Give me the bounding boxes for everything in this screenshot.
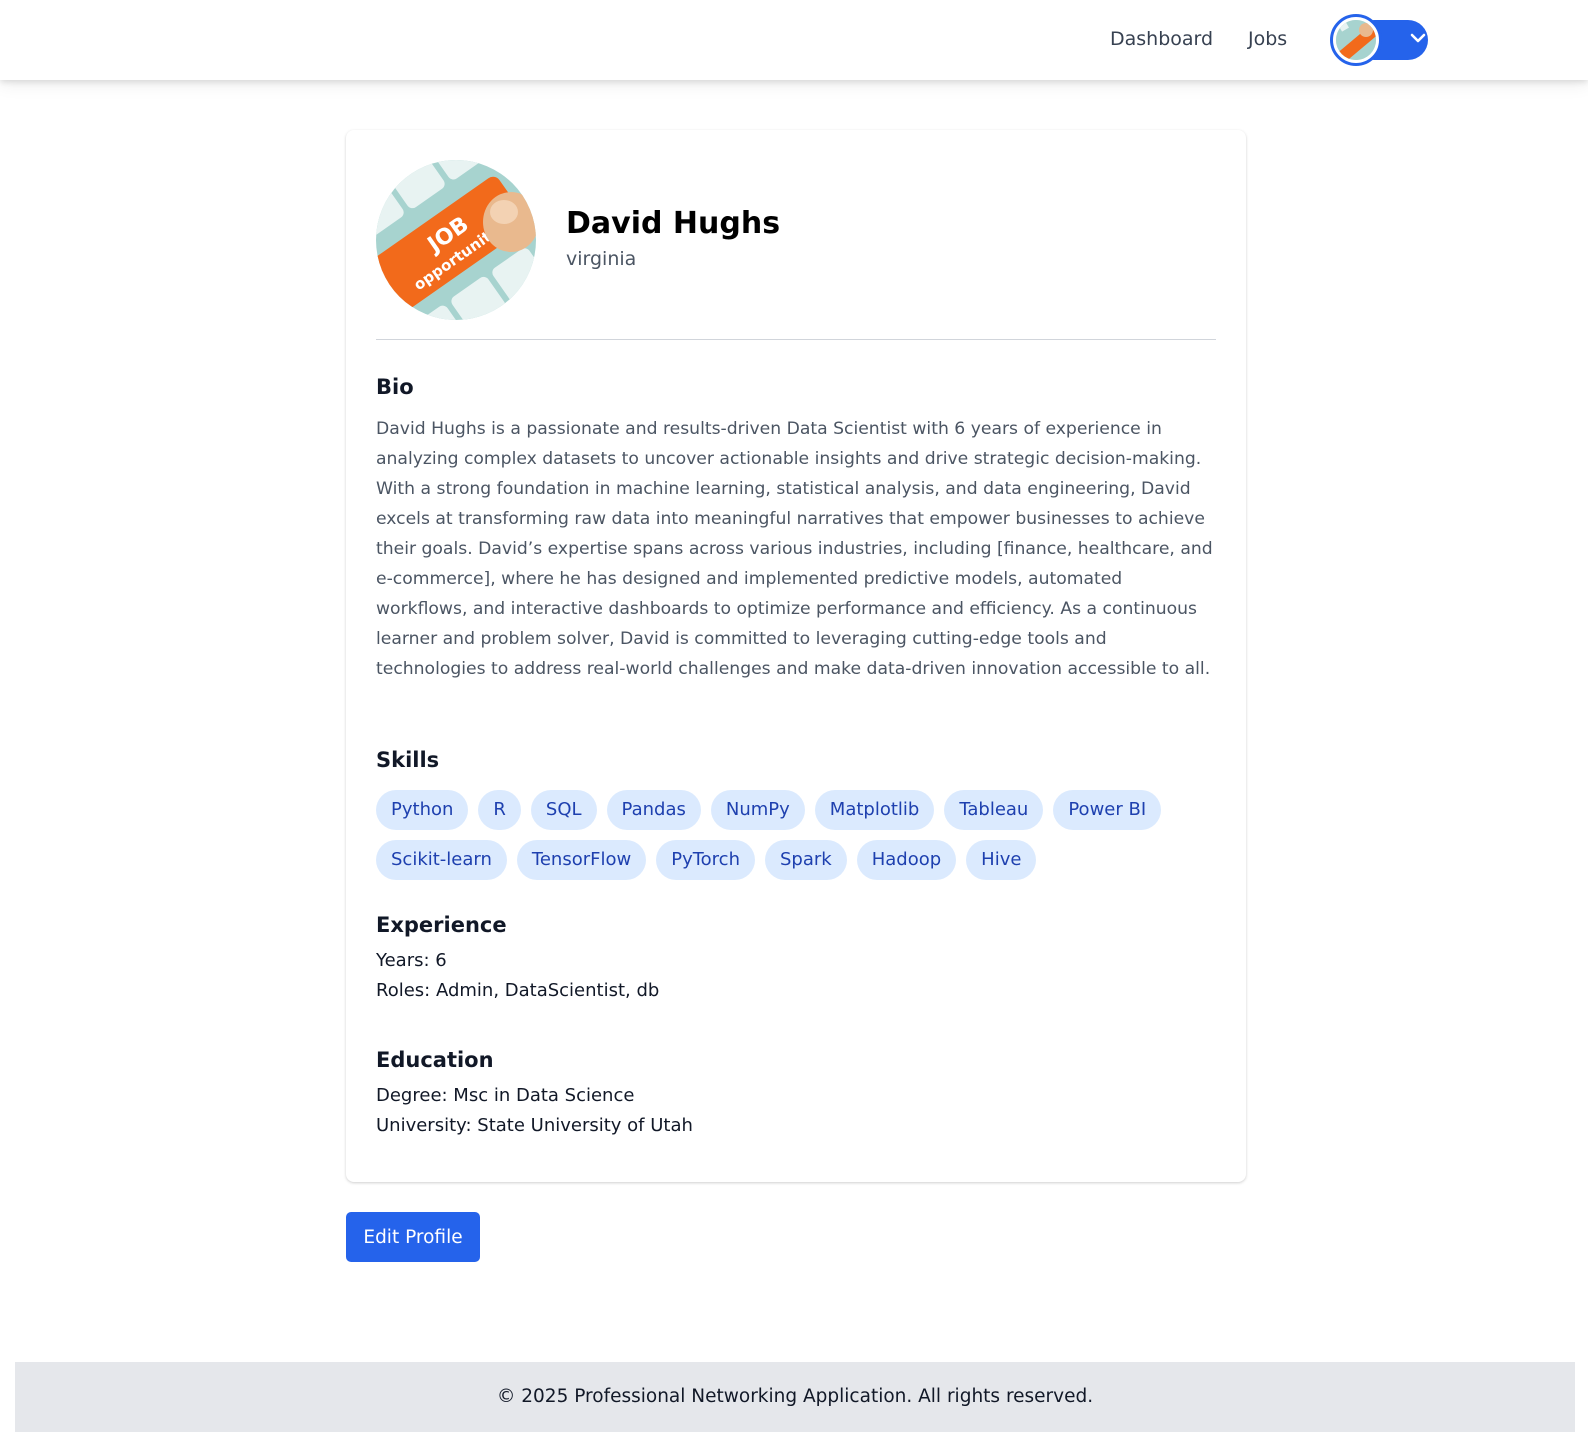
skills-list: Python R SQL Pandas NumPy Matplotlib Tab… bbox=[376, 790, 1216, 880]
header-divider bbox=[376, 339, 1216, 340]
chevron-down-icon bbox=[1410, 33, 1426, 43]
education-heading: Education bbox=[376, 1048, 494, 1072]
profile-name: David Hughs bbox=[566, 206, 781, 241]
nav-jobs-link[interactable]: Jobs bbox=[1248, 28, 1287, 50]
education-degree: Degree: Msc in Data Science bbox=[376, 1085, 635, 1106]
footer: © 2025 Professional Networking Applicati… bbox=[15, 1362, 1575, 1432]
top-navbar: Dashboard Jobs bbox=[0, 0, 1588, 80]
footer-copyright: © 2025 Professional Networking Applicati… bbox=[496, 1386, 1094, 1407]
skill-chip: Hadoop bbox=[856, 840, 957, 880]
experience-roles: Roles: Admin, DataScientist, db bbox=[376, 980, 660, 1001]
job-opportunities-image: JOB opportunities bbox=[376, 160, 536, 320]
user-avatar-icon[interactable] bbox=[1330, 14, 1382, 66]
bio-text: David Hughs is a passionate and results-… bbox=[376, 419, 1213, 679]
skill-chip: R bbox=[478, 790, 521, 830]
skill-chip: Tableau bbox=[944, 790, 1044, 830]
profile-card: JOB opportunities David Hughs virginia B… bbox=[346, 130, 1246, 1182]
skill-chip: Power BI bbox=[1053, 790, 1162, 830]
skill-chip: Matplotlib bbox=[814, 790, 935, 830]
profile-picture: JOB opportunities bbox=[376, 160, 536, 320]
profile-page: Dashboard Jobs JOB opportunities David H… bbox=[0, 0, 1588, 1451]
skill-chip: Pandas bbox=[606, 790, 701, 830]
skill-chip: TensorFlow bbox=[516, 840, 647, 880]
skill-chip: Spark bbox=[764, 840, 847, 880]
skill-chip: Python bbox=[376, 790, 469, 830]
skill-chip: NumPy bbox=[710, 790, 805, 830]
experience-years: Years: 6 bbox=[376, 950, 447, 971]
skill-chip: Scikit-learn bbox=[376, 840, 507, 880]
skill-chip: Hive bbox=[966, 840, 1037, 880]
skill-chip: PyTorch bbox=[656, 840, 755, 880]
nav-dashboard-link[interactable]: Dashboard bbox=[1110, 28, 1213, 50]
bio-heading: Bio bbox=[376, 375, 414, 399]
user-menu-toggle[interactable] bbox=[1330, 14, 1428, 66]
education-university: University: State University of Utah bbox=[376, 1115, 693, 1136]
edit-profile-button[interactable]: Edit Profile bbox=[346, 1212, 480, 1262]
profile-location: virginia bbox=[566, 248, 637, 270]
experience-heading: Experience bbox=[376, 913, 507, 937]
skills-heading: Skills bbox=[376, 748, 440, 772]
skill-chip: SQL bbox=[530, 790, 597, 830]
